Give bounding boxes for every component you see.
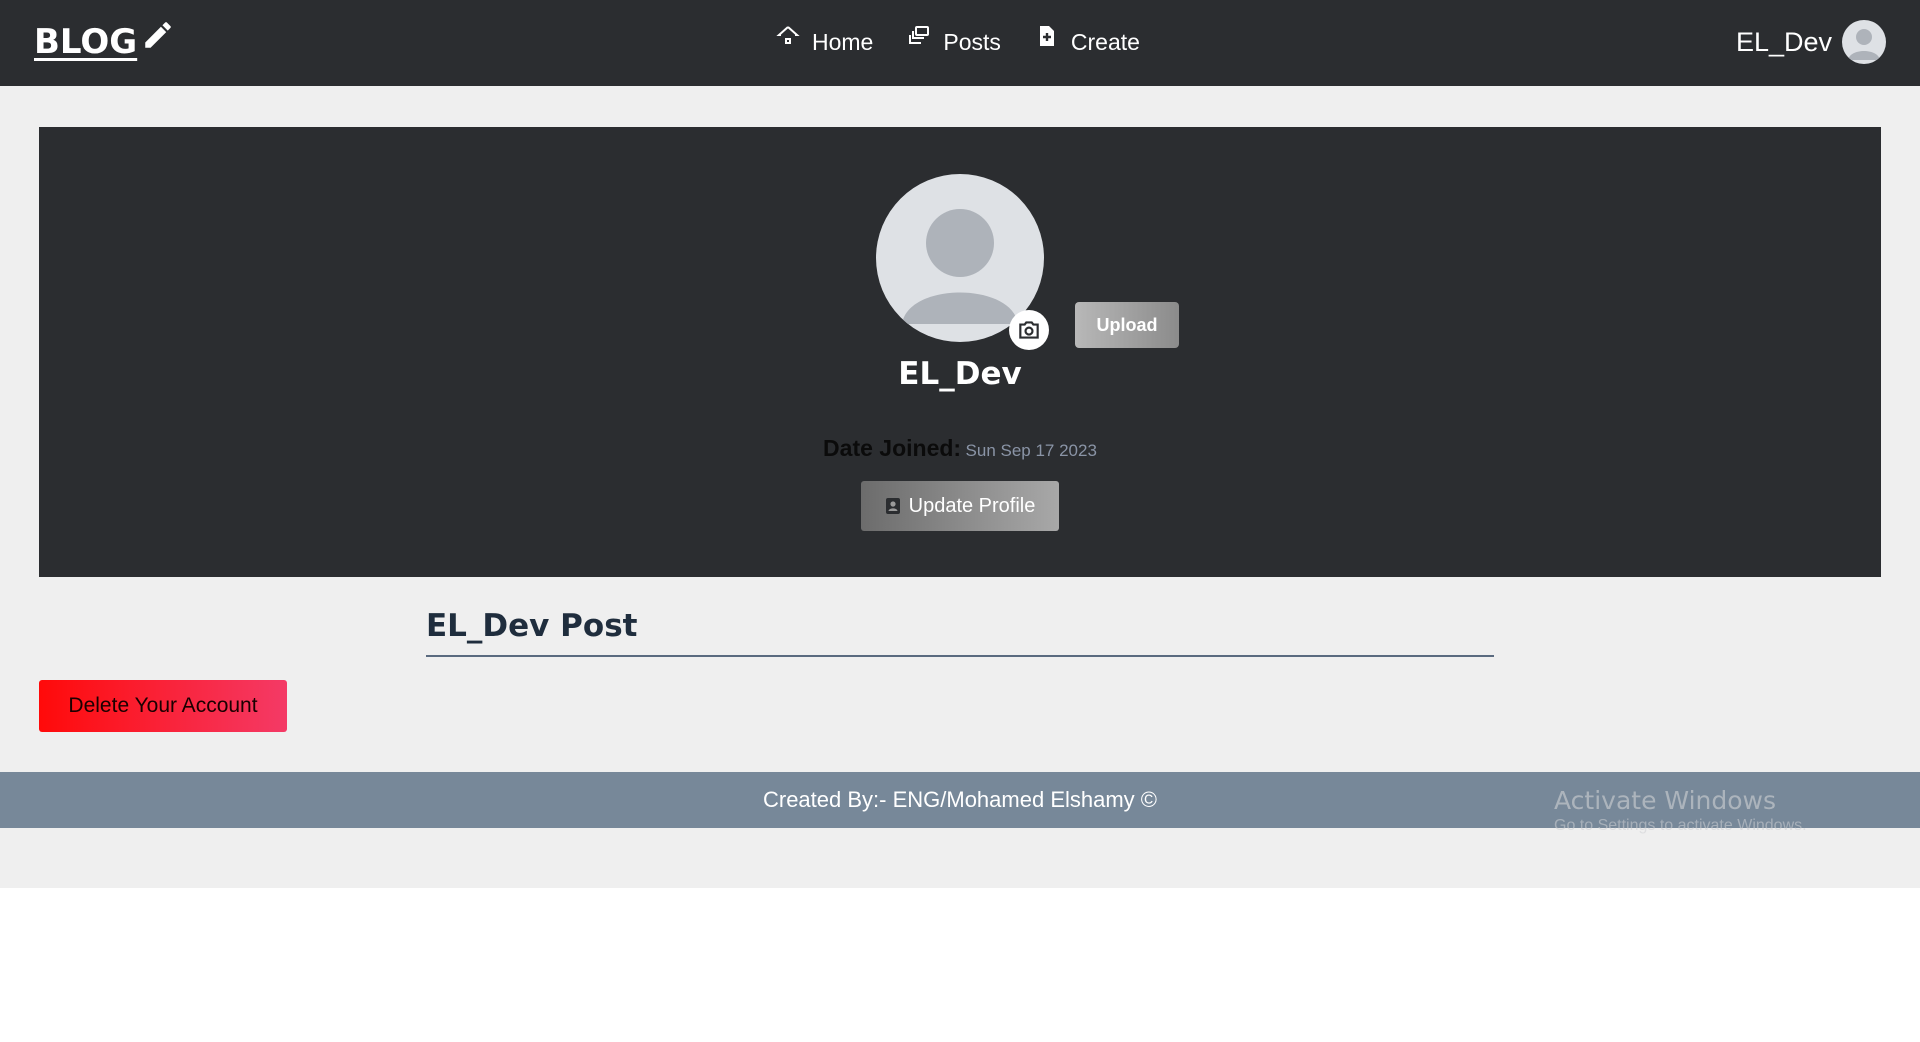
nav-create[interactable]: Create: [1035, 24, 1140, 56]
watermark-title: Activate Windows: [1554, 786, 1776, 815]
navbar: BLOG Home Posts Create EL_Dev: [0, 0, 1920, 86]
brand-label: BLOG: [34, 22, 138, 62]
footer-credit: Created By:- ENG/Mohamed Elshamy ©: [762, 787, 1157, 812]
upload-button[interactable]: Upload: [1075, 302, 1179, 348]
update-profile-label: Update Profile: [908, 494, 1036, 517]
date-joined: Date Joined: Sun Sep 17 2023: [39, 435, 1881, 462]
nav-posts[interactable]: Posts: [907, 24, 1001, 56]
profile-name: EL_Dev: [898, 356, 1022, 392]
profile-card-icon: [885, 498, 900, 514]
user-avatar-icon: [1842, 20, 1886, 64]
watermark-subtitle: Go to Settings to activate Windows.: [1554, 817, 1807, 834]
pencil-icon: [145, 22, 171, 48]
date-joined-label: Date Joined:: [823, 435, 962, 461]
navbar-user-name: EL_Dev: [1735, 26, 1832, 57]
camera-icon[interactable]: [1009, 310, 1049, 350]
profile-card: Upload EL_Dev Date Joined: Sun Sep 17 20…: [39, 127, 1881, 577]
posts-icon: [909, 26, 930, 44]
activate-windows-watermark: Activate Windows Go to Settings to activ…: [1554, 786, 1807, 835]
nav-create-label: Create: [1070, 29, 1140, 55]
delete-account-button[interactable]: Delete Your Account: [39, 680, 287, 732]
nav-home-label: Home: [812, 29, 874, 55]
posts-title: EL_Dev Post: [426, 608, 638, 644]
nav-posts-label: Posts: [943, 29, 1001, 55]
posts-divider: [426, 655, 1494, 657]
brand-logo[interactable]: BLOG: [34, 18, 175, 62]
nav-home[interactable]: Home: [776, 24, 873, 56]
date-joined-value: Sun Sep 17 2023: [965, 441, 1097, 460]
nav-links: Home Posts Create: [776, 24, 1140, 56]
create-file-icon: [1039, 26, 1054, 46]
update-profile-button[interactable]: Update Profile: [861, 481, 1059, 531]
user-menu[interactable]: EL_Dev: [1736, 20, 1886, 64]
home-icon: [776, 26, 800, 44]
